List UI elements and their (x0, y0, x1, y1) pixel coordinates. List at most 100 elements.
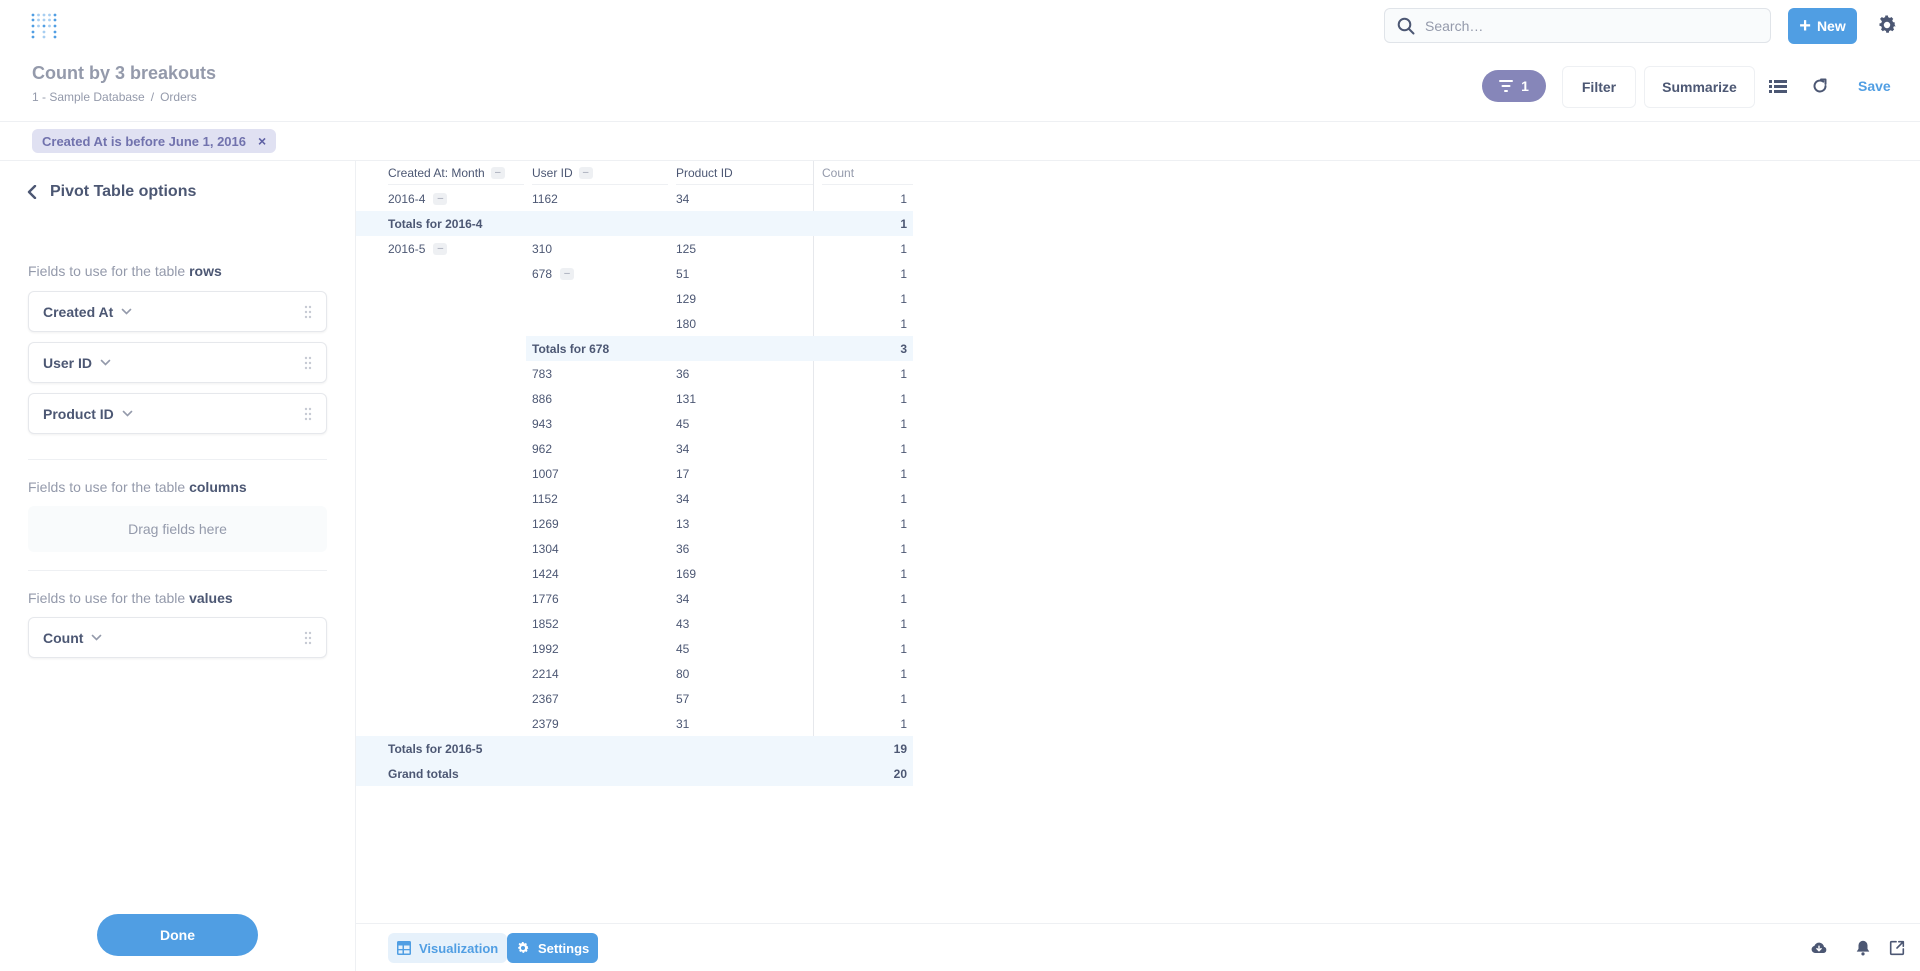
cell-product[interactable]: 43 (676, 611, 689, 636)
cell-product[interactable]: 34 (676, 486, 689, 511)
cell-user[interactable]: 943 (532, 411, 552, 436)
cell-month[interactable]: 2016-5– (388, 236, 448, 261)
table-view-icon[interactable] (1768, 76, 1788, 96)
cell-user[interactable]: 962 (532, 436, 552, 461)
gear-icon[interactable] (1876, 14, 1898, 36)
cell-product[interactable]: 13 (676, 511, 689, 536)
cell-product[interactable]: 57 (676, 686, 689, 711)
cell-count[interactable]: 1 (900, 636, 907, 661)
row-field-user-id[interactable]: User ID (28, 342, 327, 383)
cell-count[interactable]: 1 (900, 411, 907, 436)
cell-user[interactable]: 2214 (532, 661, 559, 686)
cell-count[interactable]: 1 (900, 436, 907, 461)
cell-count[interactable]: 1 (900, 486, 907, 511)
metabase-logo-icon[interactable] (30, 12, 58, 40)
cell-user[interactable]: 1007 (532, 461, 559, 486)
cell-count[interactable]: 1 (900, 461, 907, 486)
cell-product[interactable]: 31 (676, 711, 689, 736)
cell-product[interactable]: 180 (676, 311, 696, 336)
cell-count[interactable]: 1 (900, 211, 907, 236)
cell-user[interactable]: 1776 (532, 586, 559, 611)
cell-user[interactable]: 1269 (532, 511, 559, 536)
cell-product[interactable]: 169 (676, 561, 696, 586)
question-title[interactable]: Count by 3 breakouts (32, 63, 216, 84)
row-field-created-at[interactable]: Created At (28, 291, 327, 332)
cell-user[interactable]: 886 (532, 386, 552, 411)
cell-count[interactable]: 1 (900, 311, 907, 336)
cell-user[interactable]: 1992 (532, 636, 559, 661)
header-product-id[interactable]: Product ID (676, 161, 813, 185)
collapse-icon[interactable]: – (490, 166, 505, 179)
header-created-at-month[interactable]: Created At: Month – (388, 161, 524, 185)
cell-count[interactable]: 20 (894, 761, 907, 786)
search-input[interactable] (1425, 17, 1745, 34)
cell-user[interactable]: 1162 (532, 186, 558, 211)
cell-product[interactable]: 34 (676, 586, 689, 611)
cell-count[interactable]: 1 (900, 286, 907, 311)
collapse-icon[interactable]: – (433, 242, 448, 255)
cell-user[interactable]: 1304 (532, 536, 559, 561)
cell-count[interactable]: 1 (900, 686, 907, 711)
new-button[interactable]: + New (1788, 8, 1857, 44)
cell-product[interactable]: 131 (676, 386, 696, 411)
drag-grip-icon[interactable] (304, 407, 312, 421)
collapse-icon[interactable]: – (578, 166, 593, 179)
cell-product[interactable]: 36 (676, 361, 689, 386)
cell-count[interactable]: 1 (900, 611, 907, 636)
cell-user[interactable]: 783 (532, 361, 552, 386)
cell-product[interactable]: 34 (676, 186, 689, 211)
value-field-count[interactable]: Count (28, 617, 327, 658)
cell-product[interactable]: 51 (676, 261, 689, 286)
filter-count-pill[interactable]: 1 (1482, 70, 1546, 102)
cell-user[interactable]: 1424 (532, 561, 559, 586)
cell-count[interactable]: 1 (900, 361, 907, 386)
cell-product[interactable]: 129 (676, 286, 696, 311)
sidebar-back-link[interactable]: Pivot Table options (26, 183, 196, 201)
summarize-button[interactable]: Summarize (1644, 66, 1755, 108)
header-user-id[interactable]: User ID – (532, 161, 668, 185)
drag-grip-icon[interactable] (304, 631, 312, 645)
cell-count[interactable]: 1 (900, 561, 907, 586)
cell-product[interactable]: 34 (676, 436, 689, 461)
search-bar[interactable] (1384, 8, 1771, 43)
cell-product[interactable]: 125 (676, 236, 696, 261)
drag-grip-icon[interactable] (304, 356, 312, 370)
cell-product[interactable]: 80 (676, 661, 689, 686)
cell-month[interactable]: 2016-4– (388, 186, 448, 211)
cell-product[interactable]: 45 (676, 411, 689, 436)
drag-grip-icon[interactable] (304, 305, 312, 319)
settings-button[interactable]: Settings (507, 933, 599, 963)
filter-chip[interactable]: Created At is before June 1, 2016 × (32, 129, 277, 153)
done-button[interactable]: Done (97, 914, 258, 956)
cell-user[interactable]: 1852 (532, 611, 559, 636)
cell-count[interactable]: 1 (900, 661, 907, 686)
cell-count[interactable]: 1 (900, 186, 907, 211)
collapse-icon[interactable]: – (433, 192, 448, 205)
row-field-product-id[interactable]: Product ID (28, 393, 327, 434)
download-icon[interactable] (1810, 939, 1828, 957)
cell-user[interactable]: 310 (532, 236, 552, 261)
breadcrumb-database[interactable]: 1 - Sample Database (32, 90, 145, 104)
cell-count[interactable]: 1 (900, 386, 907, 411)
close-icon[interactable]: × (258, 133, 266, 149)
cell-product[interactable]: 36 (676, 536, 689, 561)
cell-user[interactable]: 2367 (532, 686, 559, 711)
visualization-button[interactable]: Visualization (388, 933, 508, 963)
cell-count[interactable]: 1 (900, 586, 907, 611)
cell-user[interactable]: 678– (532, 261, 575, 286)
cell-product[interactable]: 17 (676, 461, 689, 486)
collapse-icon[interactable]: – (560, 267, 575, 280)
chevron-down-icon[interactable] (100, 359, 111, 367)
chevron-down-icon[interactable] (121, 308, 132, 316)
cell-count[interactable]: 3 (900, 336, 907, 361)
cell-count[interactable]: 1 (900, 711, 907, 736)
refresh-icon[interactable] (1810, 76, 1830, 96)
chevron-down-icon[interactable] (122, 410, 133, 418)
save-button[interactable]: Save (1858, 78, 1891, 94)
header-count[interactable]: Count (822, 161, 913, 185)
cell-count[interactable]: 1 (900, 536, 907, 561)
columns-drop-zone[interactable]: Drag fields here (28, 506, 327, 552)
cell-product[interactable]: 45 (676, 636, 689, 661)
cell-count[interactable]: 19 (894, 736, 907, 761)
cell-count[interactable]: 1 (900, 261, 907, 286)
